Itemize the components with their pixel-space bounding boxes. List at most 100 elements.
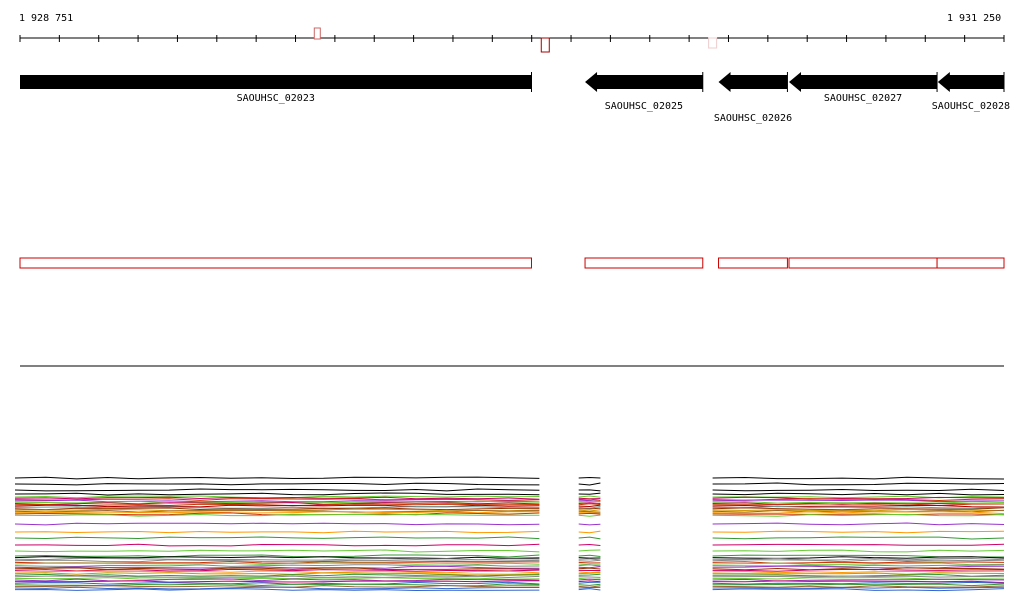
coverage-line	[578, 554, 601, 557]
feature-box	[788, 257, 938, 269]
coverage-line	[578, 543, 601, 546]
genome-browser-view: 1 928 751 1 931 250 SAOUHSC_02023 SAOUHSC…	[0, 0, 1024, 611]
coverage-line	[578, 586, 601, 589]
coverage-line	[578, 503, 601, 506]
coverage-line	[712, 572, 1005, 575]
coverage-line	[712, 549, 1005, 553]
coverage-line	[14, 522, 540, 526]
coverage-line	[712, 482, 1005, 486]
coverage-line	[578, 495, 601, 498]
coverage-line	[578, 510, 601, 513]
coverage-line	[578, 476, 601, 479]
coverage-line	[712, 588, 1005, 592]
coverage-line	[712, 530, 1005, 534]
coverage-line	[14, 581, 540, 585]
coverage-line	[712, 577, 1005, 580]
coordinate-ruler	[19, 35, 1005, 42]
coverage-line	[578, 514, 601, 517]
coverage-line	[578, 559, 601, 562]
gene-track: SAOUHSC_02023 SAOUHSC_02025 SAOUHSC_02026 S…	[20, 72, 1010, 124]
coverage-line	[712, 581, 1005, 585]
coverage-line	[14, 513, 540, 517]
coverage-line	[712, 522, 1005, 526]
coverage-line	[578, 489, 601, 492]
coverage-line	[712, 565, 1005, 569]
coverage-line	[14, 488, 540, 492]
coverage-line	[578, 492, 601, 495]
coverage-line	[14, 575, 540, 579]
gene-label: SAOUHSC_02026	[714, 113, 792, 124]
position-marker	[708, 37, 718, 49]
coverage-line	[14, 586, 540, 590]
coverage-line	[712, 536, 1005, 540]
coverage-line	[14, 572, 540, 575]
coverage-line	[578, 576, 601, 578]
gene-label: SAOUHSC_02028	[932, 101, 1010, 112]
gene-label: SAOUHSC_02027	[824, 93, 902, 104]
coverage-line	[712, 513, 1005, 517]
coverage-line	[712, 570, 1005, 574]
coverage-line	[14, 543, 540, 547]
coverage-line	[712, 503, 1005, 507]
gene-arrow	[937, 72, 1004, 92]
coverage-line	[578, 557, 601, 559]
coverage-line	[712, 575, 1005, 578]
coverage-line	[712, 583, 1005, 587]
coverage-line	[578, 588, 601, 591]
feature-box	[19, 257, 532, 269]
feature-box-track	[19, 257, 1005, 269]
coverage-line	[14, 578, 540, 582]
coverage-line	[578, 581, 601, 584]
coverage-line	[14, 482, 540, 486]
gene-arrow	[789, 72, 938, 92]
coverage-line	[14, 565, 540, 569]
feature-box	[718, 257, 788, 269]
coverage-line	[712, 492, 1005, 496]
coverage-line	[578, 549, 601, 552]
coverage-line	[578, 504, 601, 508]
coverage-line	[14, 557, 540, 561]
coverage-line	[14, 580, 540, 583]
coverage-line	[578, 573, 601, 576]
gene-label: SAOUHSC_02023	[237, 93, 315, 104]
coverage-track	[14, 476, 1005, 592]
coverage-line	[712, 476, 1005, 480]
coverage-line	[14, 530, 540, 534]
gene-arrow	[20, 75, 532, 89]
coverage-line	[14, 567, 540, 571]
feature-box	[584, 257, 704, 269]
coverage-line	[578, 530, 601, 534]
position-marker	[540, 37, 550, 53]
gene-label: SAOUHSC_02025	[605, 101, 683, 112]
coverage-line	[578, 558, 601, 561]
coverage-line	[712, 501, 1005, 504]
coverage-line	[712, 585, 1005, 588]
coverage-line	[712, 559, 1005, 563]
coverage-line	[712, 564, 1005, 568]
coverage-line	[578, 500, 601, 503]
coverage-line	[712, 488, 1005, 492]
coverage-line	[578, 567, 601, 570]
gene-arrow	[718, 72, 788, 92]
coverage-line	[14, 536, 540, 540]
gene-arrow	[585, 72, 703, 92]
coverage-line	[578, 561, 601, 564]
coverage-line	[578, 566, 601, 569]
coverage-line	[578, 536, 601, 540]
coverage-line	[578, 580, 601, 583]
coverage-line	[712, 543, 1005, 546]
coverage-line	[14, 492, 540, 496]
coverage-line	[14, 549, 540, 553]
coverage-line	[712, 499, 1005, 503]
track-canvas: SAOUHSC_02023 SAOUHSC_02025 SAOUHSC_02026 S…	[14, 27, 1010, 592]
coverage-line	[712, 562, 1005, 566]
position-marker	[313, 27, 321, 40]
coverage-line	[14, 476, 540, 480]
coverage-line	[14, 564, 540, 568]
coverage-line	[578, 572, 601, 575]
feature-box	[936, 257, 1005, 269]
coverage-line	[578, 482, 601, 486]
coverage-line	[578, 523, 601, 526]
coverage-line	[578, 578, 601, 581]
coverage-line	[578, 512, 601, 515]
